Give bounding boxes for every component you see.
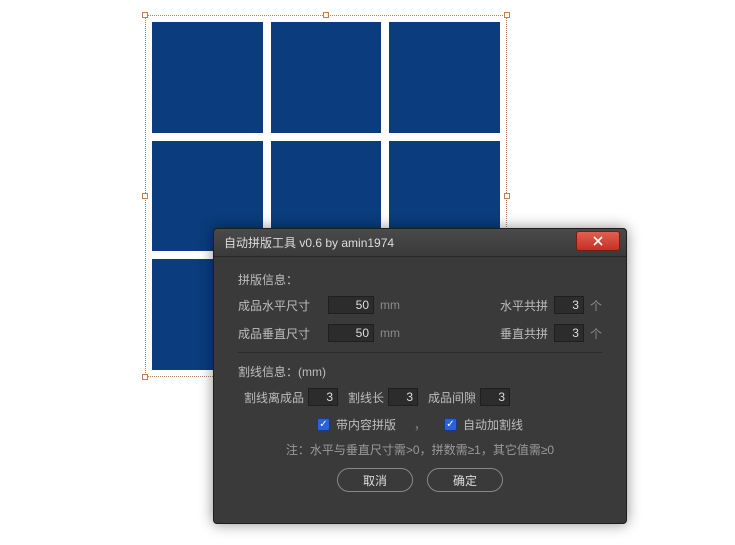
grid-cell bbox=[271, 22, 382, 133]
ok-button[interactable]: 确定 bbox=[427, 468, 503, 492]
checkbox-icon: ✓ bbox=[317, 418, 330, 431]
h-count-label: 水平共拼 bbox=[500, 297, 548, 314]
gap-input[interactable] bbox=[480, 388, 510, 406]
v-size-unit: mm bbox=[380, 326, 400, 340]
v-count-input[interactable] bbox=[554, 324, 584, 342]
row-v-size: 成品垂直尺寸 mm 垂直共拼 个 bbox=[238, 324, 602, 342]
resize-handle-tl[interactable] bbox=[142, 12, 148, 18]
h-size-input[interactable] bbox=[328, 296, 374, 314]
dialog-window: 自动拼版工具 v0.6 by amin1974 拼版信息： 成品水平尺寸 mm … bbox=[213, 228, 627, 524]
cut-offset-input[interactable] bbox=[308, 388, 338, 406]
gap-label: 成品间隙 bbox=[428, 389, 476, 406]
v-count-unit: 个 bbox=[590, 325, 602, 342]
dialog-title: 自动拼版工具 v0.6 by amin1974 bbox=[224, 234, 394, 251]
cut-len-label: 割线长 bbox=[348, 389, 384, 406]
h-count-unit: 个 bbox=[590, 297, 602, 314]
v-size-input[interactable] bbox=[328, 324, 374, 342]
checkbox-row: ✓ 带内容拼版 ， ✓ 自动加割线 bbox=[238, 416, 602, 433]
resize-handle-bl[interactable] bbox=[142, 374, 148, 380]
close-button[interactable] bbox=[576, 231, 620, 251]
cut-len-input[interactable] bbox=[388, 388, 418, 406]
h-size-unit: mm bbox=[380, 298, 400, 312]
section-label-layout: 拼版信息： bbox=[238, 271, 602, 288]
separator-dot: ， bbox=[414, 416, 426, 433]
resize-handle-mr[interactable] bbox=[504, 193, 510, 199]
checkbox-with-content[interactable]: ✓ 带内容拼版 bbox=[317, 416, 396, 433]
resize-handle-tr[interactable] bbox=[504, 12, 510, 18]
resize-handle-ml[interactable] bbox=[142, 193, 148, 199]
h-count-input[interactable] bbox=[554, 296, 584, 314]
close-icon bbox=[592, 236, 604, 246]
h-size-label: 成品水平尺寸 bbox=[238, 297, 322, 314]
section-label-cut: 割线信息：(mm) bbox=[238, 363, 602, 380]
checkbox-label: 带内容拼版 bbox=[336, 416, 396, 433]
checkbox-icon: ✓ bbox=[444, 418, 457, 431]
divider bbox=[238, 352, 602, 353]
button-row: 取消 确定 bbox=[238, 468, 602, 492]
row-cut: 割线离成品 割线长 成品间隙 bbox=[238, 388, 602, 406]
resize-handle-tm[interactable] bbox=[323, 12, 329, 18]
titlebar[interactable]: 自动拼版工具 v0.6 by amin1974 bbox=[214, 229, 626, 257]
v-count-label: 垂直共拼 bbox=[500, 325, 548, 342]
cut-offset-label: 割线离成品 bbox=[244, 389, 304, 406]
grid-cell bbox=[389, 22, 500, 133]
v-size-label: 成品垂直尺寸 bbox=[238, 325, 322, 342]
grid-cell bbox=[152, 22, 263, 133]
checkbox-auto-cut[interactable]: ✓ 自动加割线 bbox=[444, 416, 523, 433]
checkbox-label: 自动加割线 bbox=[463, 416, 523, 433]
dialog-body: 拼版信息： 成品水平尺寸 mm 水平共拼 个 成品垂直尺寸 mm 垂直共拼 个 … bbox=[214, 257, 626, 502]
row-h-size: 成品水平尺寸 mm 水平共拼 个 bbox=[238, 296, 602, 314]
footnote: 注：水平与垂直尺寸需>0，拼数需≥1，其它值需≥0 bbox=[238, 441, 602, 458]
cancel-button[interactable]: 取消 bbox=[337, 468, 413, 492]
